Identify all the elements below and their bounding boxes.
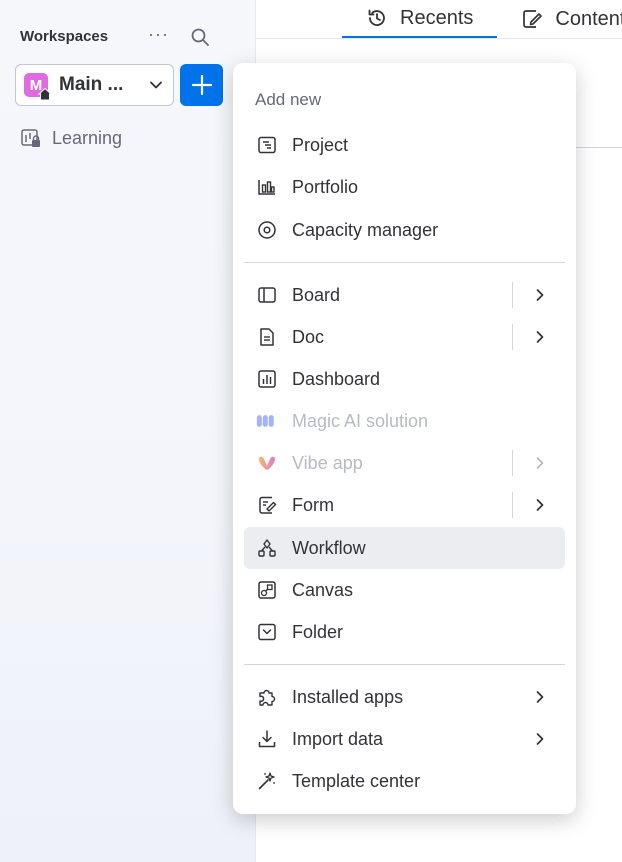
history-icon <box>368 9 385 26</box>
vibe-icon <box>259 456 275 470</box>
menu-item-board[interactable]: Board <box>244 274 565 316</box>
menu-item-label: Form <box>292 494 334 515</box>
menu-item-portfolio[interactable]: Portfolio <box>244 166 565 208</box>
edit-doc-icon <box>523 10 543 28</box>
menu-item-magic-ai-solution: Magic AI solution <box>244 400 565 442</box>
menu-item-label: Capacity manager <box>292 219 439 240</box>
project-icon <box>258 136 276 154</box>
submenu-separator <box>512 450 513 476</box>
locked-board-icon <box>21 129 40 147</box>
workflow-icon <box>258 539 276 557</box>
menu-item-installed-apps[interactable]: Installed apps <box>244 676 565 718</box>
chevron-right-icon[interactable] <box>533 732 547 746</box>
submenu-separator <box>512 324 513 350</box>
menu-item-label: Doc <box>292 326 325 347</box>
menu-item-label: Workflow <box>292 537 366 558</box>
tab-bar: Recents Content <box>342 0 622 40</box>
chevron-right-icon <box>536 457 544 469</box>
tab-label: Recents <box>400 6 474 29</box>
portfolio-icon <box>258 180 275 195</box>
menu-item-label: Project <box>292 134 349 155</box>
sidebar-item-learning[interactable]: Learning <box>20 127 122 149</box>
menu-item-template-center[interactable]: Template center <box>244 760 565 802</box>
menu-item-import-data[interactable]: Import data <box>244 718 565 760</box>
add-new-button[interactable] <box>180 64 223 106</box>
menu-item-canvas[interactable]: Canvas <box>244 569 565 611</box>
menu-item-label: Board <box>292 284 341 305</box>
menu-item-label: Magic AI solution <box>292 410 429 431</box>
workspaces-header: Workspaces <box>20 28 109 45</box>
chevron-right-icon[interactable] <box>533 690 547 704</box>
search-icon[interactable] <box>190 27 210 47</box>
canvas-icon <box>258 581 276 599</box>
plus-icon <box>191 74 212 96</box>
home-icon <box>38 87 52 101</box>
workspace-avatar: M <box>24 73 52 101</box>
form-icon <box>259 496 277 514</box>
menu-item-workflow[interactable]: Workflow <box>244 527 565 569</box>
magic-wand-icon <box>258 772 275 790</box>
submenu-separator <box>512 282 513 308</box>
more-options-icon[interactable]: ··· <box>148 24 169 45</box>
folder-icon <box>258 623 276 641</box>
menu-item-folder[interactable]: Folder <box>244 611 565 653</box>
chevron-right-icon[interactable] <box>533 330 547 344</box>
sidebar: Workspaces ··· M Main ... Learning <box>0 0 256 862</box>
puzzle-icon <box>259 689 276 706</box>
sidebar-item-label: Learning <box>52 127 123 148</box>
menu-item-label: Portfolio <box>292 176 359 197</box>
tab-label: Content <box>555 7 622 30</box>
menu-item-form[interactable]: Form <box>244 484 565 526</box>
menu-item-vibe-app: Vibe app <box>244 442 565 484</box>
chevron-right-icon[interactable] <box>533 498 547 512</box>
menu-divider <box>244 262 565 263</box>
menu-divider <box>244 664 565 665</box>
add-new-menu: Add new Project Portfolio Capacity manag… <box>233 63 576 814</box>
board-icon <box>258 287 276 303</box>
tab-content[interactable]: Content <box>497 0 622 38</box>
menu-item-project[interactable]: Project <box>244 124 565 166</box>
capacity-icon <box>258 221 276 239</box>
menu-item-label: Vibe app <box>292 452 363 473</box>
tab-recents[interactable]: Recents <box>342 0 498 38</box>
content-divider <box>576 147 622 148</box>
menu-item-dashboard[interactable]: Dashboard <box>244 358 565 400</box>
menu-item-label: Dashboard <box>292 368 381 389</box>
menu-item-label: Template center <box>292 770 421 791</box>
workspace-selector[interactable]: M Main ... <box>15 64 174 106</box>
doc-icon <box>260 328 274 346</box>
menu-item-capacity-manager[interactable]: Capacity manager <box>244 209 565 251</box>
submenu-separator <box>512 492 513 518</box>
menu-title: Add new <box>255 90 322 109</box>
menu-item-doc[interactable]: Doc <box>244 316 565 358</box>
menu-item-label: Import data <box>292 728 384 749</box>
menu-item-label: Installed apps <box>292 686 404 707</box>
menu-item-label: Folder <box>292 621 344 642</box>
dashboard-icon <box>258 370 276 388</box>
workspace-name: Main ... <box>59 74 124 95</box>
download-icon <box>258 730 276 748</box>
chevron-down-icon <box>150 81 162 89</box>
chevron-right-icon[interactable] <box>533 288 547 302</box>
menu-item-label: Canvas <box>292 579 354 600</box>
magic-ai-icon <box>256 415 274 427</box>
